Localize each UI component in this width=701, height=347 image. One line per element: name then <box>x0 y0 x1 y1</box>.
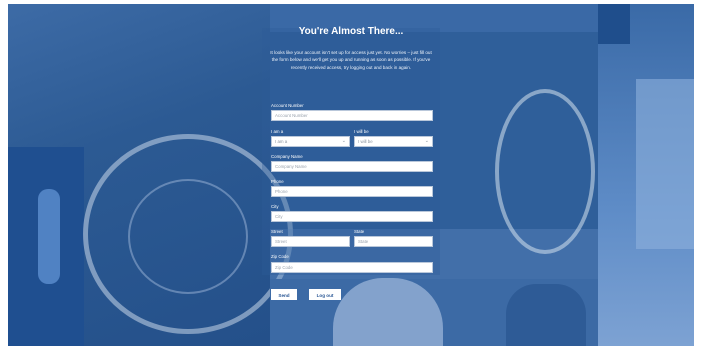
company-name-input[interactable] <box>271 161 433 172</box>
bg-shelf <box>636 79 694 249</box>
company-name-label: Company Name <box>271 154 303 159</box>
state-input[interactable] <box>354 236 433 247</box>
account-number-input[interactable] <box>271 110 433 121</box>
city-label: City <box>271 204 279 209</box>
log-out-button[interactable]: Log out <box>309 289 341 300</box>
bg-guitar-shape <box>38 189 60 284</box>
bg-wheelchair-hub <box>128 179 248 294</box>
bg-top-dark-block <box>598 4 630 44</box>
chevron-down-icon: ⌄ <box>424 138 429 144</box>
i-will-be-label: I will be <box>354 129 369 134</box>
i-am-a-value: I am a <box>275 139 288 144</box>
city-input[interactable] <box>271 211 433 222</box>
zip-code-label: Zip Code <box>271 254 289 259</box>
i-will-be-select[interactable]: I will be ⌄ <box>354 136 433 147</box>
zip-code-input[interactable] <box>271 262 433 273</box>
i-will-be-value: I will be <box>358 139 373 144</box>
bg-person-back <box>506 284 586 346</box>
street-label: Street <box>271 229 283 234</box>
street-input[interactable] <box>271 236 350 247</box>
account-number-label: Account Number <box>271 103 304 108</box>
chevron-down-icon: ⌄ <box>341 138 346 144</box>
send-button[interactable]: Send <box>271 289 297 300</box>
phone-label: Phone <box>271 179 284 184</box>
i-am-a-select[interactable]: I am a ⌄ <box>271 136 350 147</box>
intro-text: It looks like your account isn't set up … <box>270 50 432 70</box>
i-am-a-label: I am a <box>271 129 284 134</box>
phone-input[interactable] <box>271 186 433 197</box>
bg-second-wheelchair <box>495 89 595 254</box>
page-title: You're Almost There... <box>298 26 404 37</box>
state-label: State <box>354 229 365 234</box>
